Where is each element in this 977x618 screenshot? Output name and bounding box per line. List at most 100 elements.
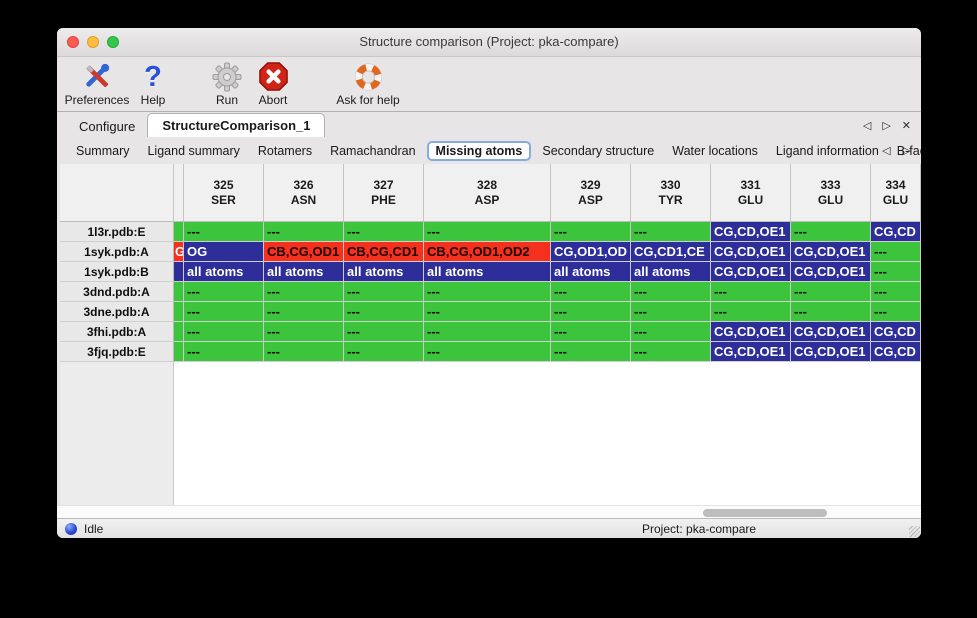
row-header-3dnd-pdb-a[interactable]: 3dnd.pdb:A bbox=[60, 282, 174, 302]
subtab-ligand-information[interactable]: Ligand information bbox=[767, 142, 888, 160]
missing-atoms-cell[interactable]: --- bbox=[344, 222, 424, 242]
missing-atoms-cell[interactable]: --- bbox=[424, 342, 551, 362]
missing-atoms-cell[interactable]: --- bbox=[264, 282, 344, 302]
missing-atoms-cell[interactable]: CG,CD bbox=[871, 322, 921, 342]
missing-atoms-cell[interactable]: CG,CD,OE1 bbox=[711, 322, 791, 342]
column-header-328[interactable]: 328ASP bbox=[424, 164, 551, 222]
missing-atoms-cell[interactable]: CG,CD,OE1 bbox=[791, 242, 871, 262]
missing-atoms-cell[interactable]: --- bbox=[631, 302, 711, 322]
missing-atoms-cell[interactable]: --- bbox=[631, 222, 711, 242]
missing-atoms-cell[interactable]: CG,CD,OE1 bbox=[791, 262, 871, 282]
subtab-water-locations[interactable]: Water locations bbox=[663, 142, 767, 160]
missing-atoms-cell[interactable]: --- bbox=[711, 302, 791, 322]
column-header-327[interactable]: 327PHE bbox=[344, 164, 424, 222]
missing-atoms-cell[interactable]: --- bbox=[711, 282, 791, 302]
resize-grip[interactable] bbox=[909, 526, 920, 537]
missing-atoms-cell[interactable]: CB,CG,OD1 bbox=[264, 242, 344, 262]
column-header-334[interactable]: 334GLU bbox=[871, 164, 921, 222]
column-header-331[interactable]: 331GLU bbox=[711, 164, 791, 222]
missing-atoms-cell[interactable]: all atoms bbox=[631, 262, 711, 282]
subtabs-scroll-left-button[interactable]: ◁ bbox=[882, 144, 890, 157]
missing-atoms-cell[interactable]: CG,OD1,OD bbox=[551, 242, 631, 262]
column-header-329[interactable]: 329ASP bbox=[551, 164, 631, 222]
missing-atoms-cell[interactable]: --- bbox=[184, 282, 264, 302]
missing-atoms-cell[interactable]: --- bbox=[631, 342, 711, 362]
horizontal-scrollbar[interactable] bbox=[57, 505, 921, 518]
column-header-330[interactable]: 330TYR bbox=[631, 164, 711, 222]
missing-atoms-cell[interactable]: --- bbox=[871, 262, 921, 282]
missing-atoms-cell[interactable]: --- bbox=[871, 282, 921, 302]
row-header-3dne-pdb-a[interactable]: 3dne.pdb:A bbox=[60, 302, 174, 322]
missing-atoms-cell[interactable]: all atoms bbox=[424, 262, 551, 282]
close-window-button[interactable] bbox=[67, 36, 79, 48]
missing-atoms-cell[interactable]: all atoms bbox=[344, 262, 424, 282]
titlebar[interactable]: Structure comparison (Project: pka-compa… bbox=[57, 28, 921, 57]
missing-atoms-cell[interactable]: --- bbox=[791, 222, 871, 242]
missing-atoms-cell[interactable]: --- bbox=[184, 342, 264, 362]
missing-atoms-cell[interactable]: --- bbox=[344, 302, 424, 322]
cell-partial[interactable] bbox=[174, 262, 184, 282]
missing-atoms-cell[interactable]: CG,CD bbox=[871, 342, 921, 362]
missing-atoms-cell[interactable]: --- bbox=[184, 322, 264, 342]
horizontal-scrollbar-thumb[interactable] bbox=[703, 509, 827, 517]
column-header-325[interactable]: 325SER bbox=[184, 164, 264, 222]
missing-atoms-cell[interactable]: --- bbox=[551, 302, 631, 322]
toolbar-button-ask-for-help[interactable]: Ask for help bbox=[325, 60, 411, 107]
missing-atoms-cell[interactable]: CG,CD,OE1 bbox=[791, 322, 871, 342]
row-header-3fjq-pdb-e[interactable]: 3fjq.pdb:E bbox=[60, 342, 174, 362]
tabs-scroll-left-button[interactable]: ◁ bbox=[863, 119, 871, 132]
tabs-scroll-right-button[interactable]: ▷ bbox=[882, 119, 890, 132]
missing-atoms-cell[interactable]: --- bbox=[424, 302, 551, 322]
subtab-ligand-summary[interactable]: Ligand summary bbox=[138, 142, 248, 160]
missing-atoms-cell[interactable]: CB,CG,OD1,OD2 bbox=[424, 242, 551, 262]
row-header-1l3r-pdb-e[interactable]: 1l3r.pdb:E bbox=[60, 222, 174, 242]
missing-atoms-cell[interactable]: --- bbox=[631, 282, 711, 302]
missing-atoms-cell[interactable]: --- bbox=[424, 222, 551, 242]
subtab-summary[interactable]: Summary bbox=[67, 142, 138, 160]
missing-atoms-cell[interactable]: --- bbox=[344, 322, 424, 342]
cell-partial[interactable] bbox=[174, 322, 184, 342]
missing-atoms-cell[interactable]: CG,CD,OE1 bbox=[711, 242, 791, 262]
subtabs-scroll-right-button[interactable]: ▷ bbox=[903, 144, 911, 157]
missing-atoms-cell[interactable]: all atoms bbox=[264, 262, 344, 282]
missing-atoms-cell[interactable]: --- bbox=[424, 322, 551, 342]
column-header-326[interactable]: 326ASN bbox=[264, 164, 344, 222]
tab-structurecomparison-1[interactable]: StructureComparison_1 bbox=[147, 113, 325, 137]
missing-atoms-cell[interactable]: --- bbox=[264, 302, 344, 322]
subtab-missing-atoms[interactable]: Missing atoms bbox=[427, 141, 532, 161]
subtab-rotamers[interactable]: Rotamers bbox=[249, 142, 321, 160]
missing-atoms-cell[interactable]: --- bbox=[264, 342, 344, 362]
missing-atoms-cell[interactable]: CG,CD bbox=[871, 222, 921, 242]
missing-atoms-cell[interactable]: OG bbox=[184, 242, 264, 262]
missing-atoms-cell[interactable]: --- bbox=[631, 322, 711, 342]
cell-partial[interactable] bbox=[174, 222, 184, 242]
subtab-ramachandran[interactable]: Ramachandran bbox=[321, 142, 424, 160]
missing-atoms-cell[interactable]: --- bbox=[264, 322, 344, 342]
missing-atoms-cell[interactable]: --- bbox=[551, 282, 631, 302]
cell-partial[interactable]: G bbox=[174, 242, 184, 262]
toolbar-button-preferences[interactable]: Preferences bbox=[65, 60, 129, 107]
missing-atoms-cell[interactable]: --- bbox=[551, 222, 631, 242]
missing-atoms-cell[interactable]: CG,CD1,CE bbox=[631, 242, 711, 262]
zoom-window-button[interactable] bbox=[107, 36, 119, 48]
subtab-secondary-structure[interactable]: Secondary structure bbox=[533, 142, 663, 160]
missing-atoms-cell[interactable]: all atoms bbox=[551, 262, 631, 282]
missing-atoms-cell[interactable]: --- bbox=[791, 302, 871, 322]
toolbar-button-run[interactable]: Run bbox=[207, 60, 247, 107]
missing-atoms-cell[interactable]: --- bbox=[184, 302, 264, 322]
missing-atoms-cell[interactable]: CG,CD,OE1 bbox=[791, 342, 871, 362]
row-header-1syk-pdb-b[interactable]: 1syk.pdb:B bbox=[60, 262, 174, 282]
column-header-333[interactable]: 333GLU bbox=[791, 164, 871, 222]
missing-atoms-cell[interactable]: --- bbox=[424, 282, 551, 302]
cell-partial[interactable] bbox=[174, 302, 184, 322]
missing-atoms-cell[interactable]: --- bbox=[791, 282, 871, 302]
missing-atoms-cell[interactable]: CG,CD,OE1 bbox=[711, 262, 791, 282]
missing-atoms-cell[interactable]: --- bbox=[184, 222, 264, 242]
minimize-window-button[interactable] bbox=[87, 36, 99, 48]
missing-atoms-cell[interactable]: CG,CD,OE1 bbox=[711, 222, 791, 242]
tab-configure[interactable]: Configure bbox=[67, 115, 147, 137]
missing-atoms-cell[interactable]: --- bbox=[551, 342, 631, 362]
missing-atoms-cell[interactable]: CG,CD,OE1 bbox=[711, 342, 791, 362]
missing-atoms-cell[interactable]: --- bbox=[551, 322, 631, 342]
cell-partial[interactable] bbox=[174, 342, 184, 362]
